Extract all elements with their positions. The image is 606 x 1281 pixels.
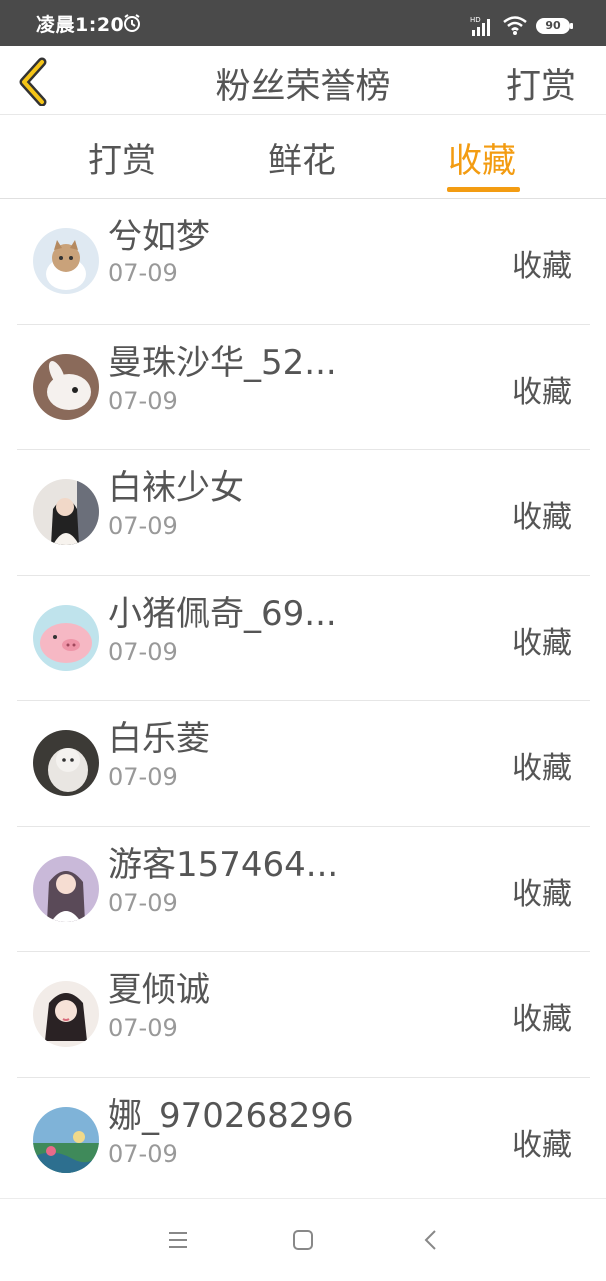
fan-date: 07-09 — [108, 763, 178, 791]
fan-date: 07-09 — [108, 637, 178, 666]
fan-name: 小猪佩奇_69... — [108, 593, 337, 634]
system-nav-bar — [0, 1198, 606, 1281]
fan-name: 白袜少女 — [108, 468, 244, 508]
reward-button[interactable]: 打赏 — [506, 58, 576, 109]
list-item[interactable]: 小猪佩奇_69... 07-09 收藏 — [17, 576, 590, 701]
battery-icon: 90 — [536, 18, 573, 34]
back-icon[interactable] — [416, 1225, 446, 1255]
signal-icon: HD — [470, 16, 490, 36]
fan-action: 收藏 — [512, 249, 572, 285]
active-tab-indicator — [447, 187, 520, 192]
list-item[interactable]: 白袜少女 07-09 收藏 — [17, 450, 590, 576]
fan-action: 收藏 — [512, 500, 572, 536]
list-item[interactable]: 兮如梦 07-09 收藏 — [17, 199, 590, 325]
fan-name: 夏倾诚 — [108, 970, 210, 1010]
alarm-icon — [124, 14, 140, 32]
wifi-icon — [503, 16, 527, 35]
fan-date: 07-09 — [108, 259, 178, 287]
fan-date: 07-09 — [108, 888, 178, 917]
avatar — [33, 855, 99, 922]
avatar — [33, 981, 99, 1048]
fan-action: 收藏 — [512, 1002, 572, 1038]
avatar — [33, 1106, 99, 1173]
tab-reward[interactable]: 打赏 — [88, 133, 156, 182]
list-item[interactable]: 白乐菱 07-09 收藏 — [17, 701, 590, 827]
list-item[interactable]: 娜_970268296 07-09 收藏 — [17, 1078, 590, 1203]
svg-text:HD: HD — [470, 16, 481, 24]
list-item[interactable]: 曼珠沙华_52... 07-09 收藏 — [17, 325, 590, 450]
fan-name: 娜_970268296 — [108, 1095, 354, 1136]
tab-bar: 打赏 鲜花 收藏 — [0, 115, 606, 199]
fan-date: 07-09 — [108, 1014, 178, 1042]
fan-name: 曼珠沙华_52... — [108, 342, 337, 383]
fan-name: 兮如梦 — [108, 217, 210, 257]
avatar — [33, 479, 99, 546]
fan-action: 收藏 — [512, 1127, 572, 1163]
fan-date: 07-09 — [108, 512, 178, 540]
app-header: 粉丝荣誉榜 打赏 — [0, 46, 606, 115]
avatar — [33, 353, 99, 420]
fan-action: 收藏 — [512, 751, 572, 787]
list-item[interactable]: 夏倾诚 07-09 收藏 — [17, 952, 590, 1078]
fan-name: 白乐菱 — [108, 719, 210, 759]
fan-action: 收藏 — [512, 625, 572, 661]
fan-action: 收藏 — [512, 876, 572, 912]
avatar — [33, 228, 99, 295]
fan-action: 收藏 — [512, 374, 572, 410]
avatar — [33, 604, 99, 671]
list-item[interactable]: 游客157464... 07-09 收藏 — [17, 827, 590, 952]
home-icon[interactable] — [288, 1225, 318, 1255]
tab-favorites[interactable]: 收藏 — [448, 133, 516, 182]
status-time: 凌晨1:20 — [36, 14, 125, 36]
fan-list: 兮如梦 07-09 收藏 曼珠沙华_52... 07-09 收藏 白袜少女 07… — [17, 199, 590, 1203]
tab-flowers[interactable]: 鲜花 — [268, 133, 336, 182]
fan-name: 游客157464... — [108, 844, 339, 885]
avatar — [33, 730, 99, 797]
fan-date: 07-09 — [108, 1139, 178, 1168]
status-bar: 凌晨1:20 HD 90 — [0, 0, 606, 46]
menu-icon[interactable] — [163, 1225, 193, 1255]
fan-date: 07-09 — [108, 386, 178, 415]
